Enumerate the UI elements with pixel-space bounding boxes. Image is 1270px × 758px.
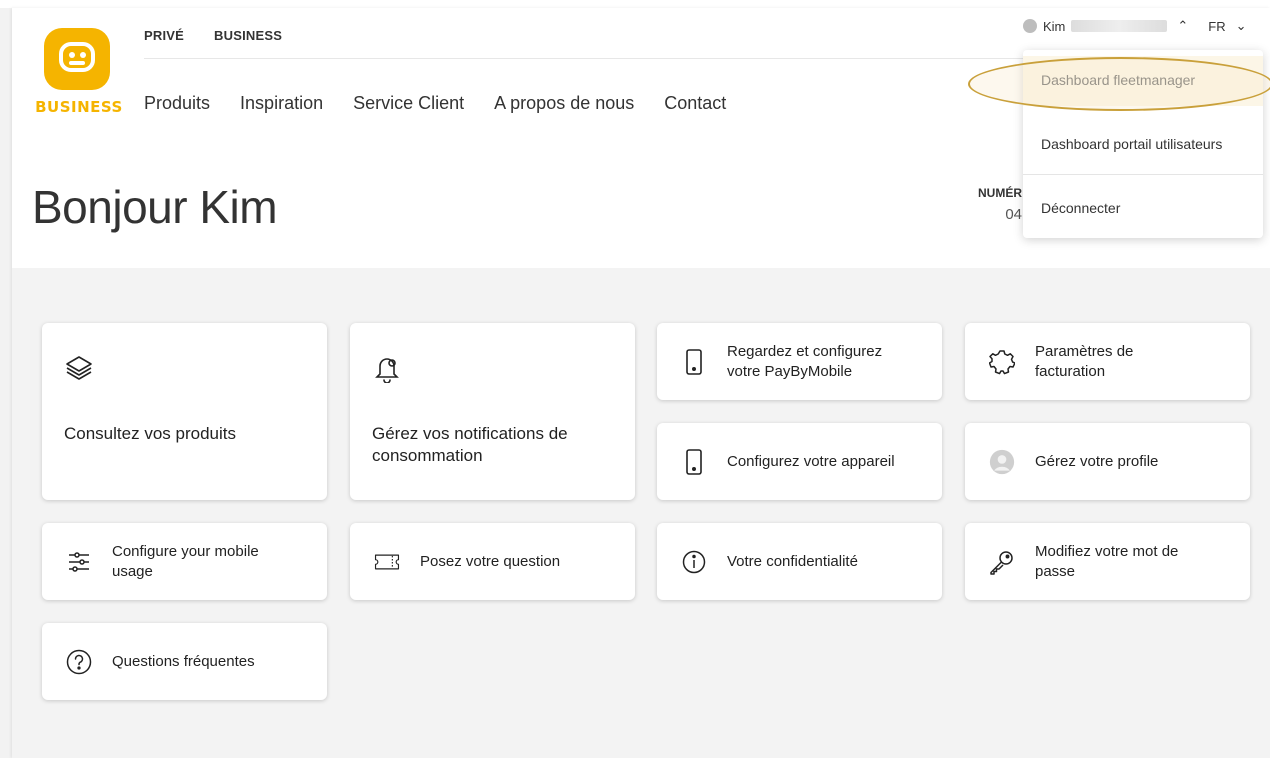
card-billing-label: Paramètres de facturation [1035,342,1134,380]
card-mobile-usage[interactable]: Configure your mobile usage [42,523,327,600]
card-device-label: Configurez votre appareil [727,452,895,470]
card-notifications[interactable]: Gérez vos notifications de consommation [350,323,635,500]
card-mobile-usage-label: Configure your mobile usage [112,542,259,580]
card-profile-label: Gérez votre profile [1035,452,1159,470]
dropdown-separator [1023,174,1263,175]
dropdown-deconnecter[interactable]: Déconnecter [1023,200,1263,216]
sliders-icon [66,549,92,575]
dropdown-dashboard-portail[interactable]: Dashboard portail utilisateurs [1023,136,1263,152]
card-faq-label: Questions fréquentes [112,652,255,670]
card-faq[interactable]: Questions fréquentes [42,623,327,700]
mobile-phone-icon [681,348,707,375]
card-privacy-label: Votre confidentialité [727,552,858,570]
card-products-label: Consultez vos produits [64,424,236,443]
layers-icon [64,353,94,383]
card-products[interactable]: Consultez vos produits [42,323,327,500]
info-icon [681,549,707,575]
question-circle-icon [66,649,92,675]
card-question[interactable]: Posez votre question [350,523,635,600]
card-question-label: Posez votre question [420,552,561,570]
card-privacy[interactable]: Votre confidentialité [657,523,942,600]
card-notifications-label: Gérez vos notifications de consommation [372,424,568,465]
card-password-label: Modifiez votre mot de passe [1035,542,1179,580]
key-icon [989,549,1015,575]
card-paybymobile-label: Regardez et configurez votre PayByMobile [727,342,883,380]
card-paybymobile[interactable]: Regardez et configurez votre PayByMobile [657,323,942,400]
card-device[interactable]: Configurez votre appareil [657,423,942,500]
card-profile[interactable]: Gérez votre profile [965,423,1250,500]
mobile-device-icon [681,448,707,475]
gear-icon [989,349,1015,375]
card-password[interactable]: Modifiez votre mot de passe [965,523,1250,600]
dropdown-dashboard-fleetmanager[interactable]: Dashboard fleetmanager [1023,72,1263,88]
user-dropdown-menu: Dashboard fleetmanager Dashboard portail… [1023,50,1263,238]
user-avatar-icon [989,449,1015,475]
bell-icon [372,353,402,383]
ticket-icon [374,549,400,575]
card-billing[interactable]: Paramètres de facturation [965,323,1250,400]
